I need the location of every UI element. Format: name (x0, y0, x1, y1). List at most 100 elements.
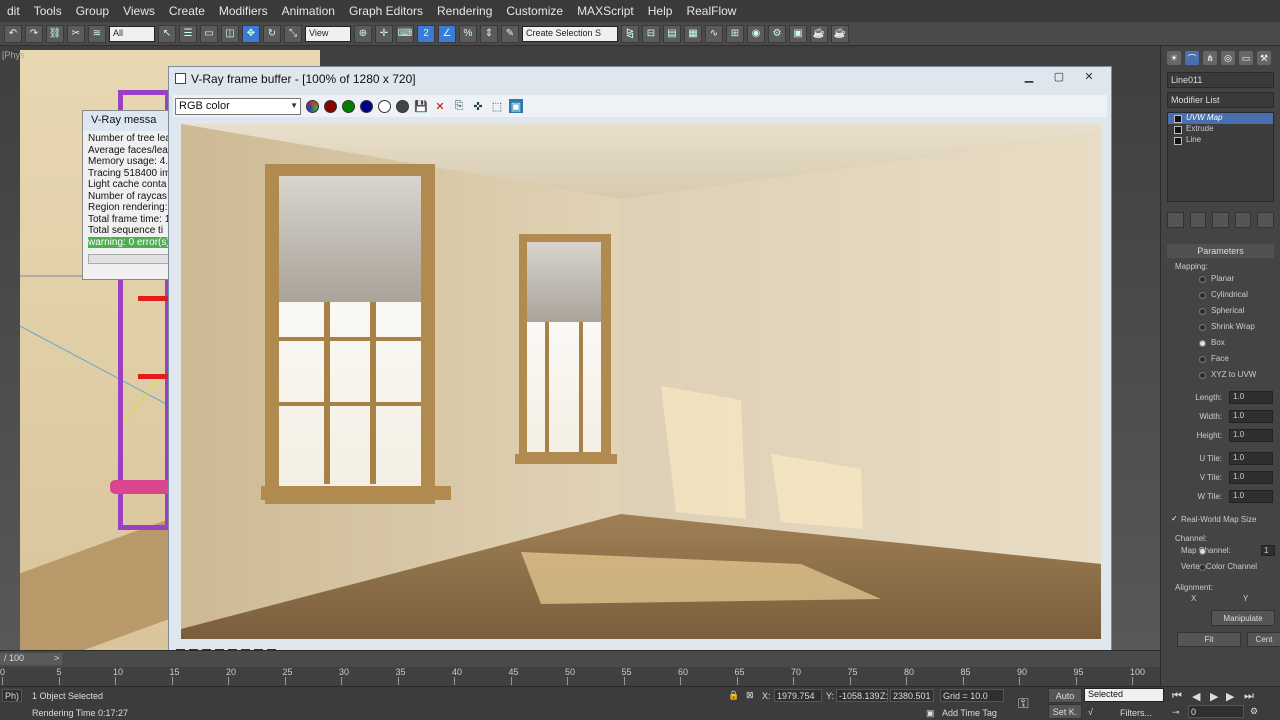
maxscript-listener-icon[interactable]: Ph) (2, 689, 22, 702)
undo-icon[interactable]: ↶ (4, 24, 22, 43)
menu-animation[interactable]: Animation (275, 4, 342, 18)
menu-edit[interactable]: dit (0, 4, 27, 18)
display-tab-icon[interactable]: ▭ (1239, 51, 1253, 65)
current-frame-field[interactable]: 0 (1188, 705, 1244, 718)
prev-frame-icon[interactable]: ◀ (1192, 690, 1200, 703)
width-spinner[interactable]: 1.0 (1229, 410, 1273, 423)
duplicate-to-mfb-icon[interactable]: ⎘ (452, 99, 466, 113)
move-icon[interactable]: ✥ (242, 24, 260, 43)
menu-create[interactable]: Create (162, 4, 212, 18)
time-tag-icon[interactable]: ▣ (926, 708, 935, 719)
configure-sets-button[interactable] (1257, 212, 1274, 228)
rendered-frame-icon[interactable]: ▣ (789, 24, 807, 43)
render-iterative-icon[interactable]: ☕ (831, 24, 849, 43)
object-name-field[interactable]: Line011 (1167, 72, 1274, 88)
menu-graph-editors[interactable]: Graph Editors (342, 4, 430, 18)
rect-selection-icon[interactable]: ▭ (200, 24, 218, 43)
maximize-icon[interactable]: ▢ (1047, 70, 1071, 86)
alpha-channel-icon[interactable] (378, 99, 391, 113)
modifier-stack-item[interactable]: Extrude (1168, 124, 1273, 135)
set-key-button[interactable]: Set K. (1048, 704, 1082, 719)
vray-messages-window[interactable]: V-Ray messa Number of tree lea Average f… (82, 110, 182, 280)
map-channel-radio[interactable]: Map Channel: 1 (1161, 543, 1280, 559)
play-icon[interactable]: ▶ (1210, 690, 1218, 703)
add-time-tag-button[interactable]: Add Time Tag (942, 708, 997, 718)
motion-tab-icon[interactable]: ◎ (1221, 51, 1235, 65)
align-x-radio[interactable]: X (1191, 594, 1196, 603)
manipulate-button[interactable]: Manipulate (1211, 610, 1275, 626)
graphite-tools-icon[interactable]: ▦ (684, 24, 702, 43)
redo-icon[interactable]: ↷ (25, 24, 43, 43)
keyboard-shortcut-icon[interactable]: ⌨ (396, 24, 414, 43)
edit-named-sets-icon[interactable]: ✎ (501, 24, 519, 43)
w-tile-spinner[interactable]: 1.0 (1229, 490, 1273, 503)
mapping-option-box[interactable]: Box (1161, 335, 1280, 351)
monochrome-icon[interactable] (396, 99, 409, 113)
vray-frame-buffer-window[interactable]: V-Ray frame buffer - [100% of 1280 x 720… (168, 66, 1112, 664)
modifier-stack-item[interactable]: Line (1168, 135, 1273, 146)
modifier-stack-item[interactable]: UVW Map (1168, 113, 1273, 124)
make-unique-button[interactable] (1212, 212, 1229, 228)
render-setup-icon[interactable]: ⚙ (768, 24, 786, 43)
mapping-option-face[interactable]: Face (1161, 351, 1280, 367)
reference-coord-select[interactable]: View (305, 25, 351, 42)
hierarchy-tab-icon[interactable]: ⋔ (1203, 51, 1217, 65)
fit-button[interactable]: Fit (1177, 632, 1241, 647)
menu-modifiers[interactable]: Modifiers (212, 4, 275, 18)
vertex-color-channel-radio[interactable]: Vertex Color Channel (1161, 559, 1280, 575)
map-channel-spinner[interactable]: 1 (1261, 545, 1276, 557)
x-coordinate-field[interactable]: 1979.754 (774, 689, 822, 702)
manipulate-icon[interactable]: ✛ (375, 24, 393, 43)
time-config-icon[interactable]: ⚙ (1250, 706, 1258, 717)
length-spinner[interactable]: 1.0 (1229, 391, 1273, 404)
goto-start-icon[interactable]: ⏮ (1172, 690, 1182, 703)
align-y-radio[interactable]: Y (1243, 594, 1248, 603)
u-tile-spinner[interactable]: 1.0 (1229, 452, 1273, 465)
curve-editor-icon[interactable]: ∿ (705, 24, 723, 43)
z-coordinate-field[interactable]: 2380.501 (890, 689, 934, 702)
menu-rendering[interactable]: Rendering (430, 4, 499, 18)
clear-image-icon[interactable]: ✕ (433, 99, 447, 113)
scale-icon[interactable]: ⤡ (284, 24, 302, 43)
save-image-icon[interactable]: 💾 (414, 99, 428, 113)
percent-snap-icon[interactable]: % (459, 24, 477, 43)
menu-maxscript[interactable]: MAXScript (570, 4, 641, 18)
center-button[interactable]: Cent (1247, 632, 1280, 647)
rgb-channel-icon[interactable] (306, 99, 319, 113)
goto-end-icon[interactable]: ⏭ (1244, 690, 1254, 703)
red-channel-icon[interactable] (324, 99, 337, 113)
blue-channel-icon[interactable] (360, 99, 373, 113)
menu-tools[interactable]: Tools (27, 4, 69, 18)
key-mode-icon[interactable]: √ (1088, 707, 1093, 717)
modify-tab-icon[interactable]: ⌒ (1185, 51, 1199, 65)
height-spinner[interactable]: 1.0 (1229, 429, 1273, 442)
select-link-icon[interactable]: ⛓ (46, 24, 64, 43)
spinner-snap-icon[interactable]: ⇕ (480, 24, 498, 43)
set-key-icon[interactable]: ⚿ (1018, 695, 1029, 712)
minimize-icon[interactable]: ▁ (1017, 70, 1041, 86)
snap-toggle-icon[interactable]: 2 (417, 24, 435, 43)
menu-help[interactable]: Help (641, 4, 680, 18)
green-channel-icon[interactable] (342, 99, 355, 113)
material-editor-icon[interactable]: ◉ (747, 24, 765, 43)
key-filter-select[interactable]: Selected (1084, 688, 1164, 702)
real-world-map-size-checkbox[interactable]: Real-World Map Size (1161, 514, 1280, 524)
menu-realflow[interactable]: RealFlow (679, 4, 743, 18)
modifier-list-dropdown[interactable]: Modifier List (1167, 92, 1274, 108)
utilities-tab-icon[interactable]: ⚒ (1257, 51, 1271, 65)
channel-select[interactable]: RGB color (175, 97, 301, 115)
pin-stack-button[interactable] (1167, 212, 1184, 228)
v-tile-spinner[interactable]: 1.0 (1229, 471, 1273, 484)
select-by-name-icon[interactable]: ☰ (179, 24, 197, 43)
lock-selection-icon[interactable]: 🔒 (728, 690, 739, 701)
mirror-icon[interactable]: ⧎ (621, 24, 639, 43)
key-mode-toggle-icon[interactable]: ⊸ (1172, 707, 1180, 718)
menu-views[interactable]: Views (116, 4, 162, 18)
auto-key-button[interactable]: Auto (1048, 688, 1082, 703)
mapping-option-planar[interactable]: Planar (1161, 271, 1280, 287)
rotate-icon[interactable]: ↻ (263, 24, 281, 43)
mapping-option-spherical[interactable]: Spherical (1161, 303, 1280, 319)
pivot-center-icon[interactable]: ⊕ (354, 24, 372, 43)
window-crossing-icon[interactable]: ◫ (221, 24, 239, 43)
mapping-option-xyz-to-uvw[interactable]: XYZ to UVW (1161, 367, 1280, 383)
